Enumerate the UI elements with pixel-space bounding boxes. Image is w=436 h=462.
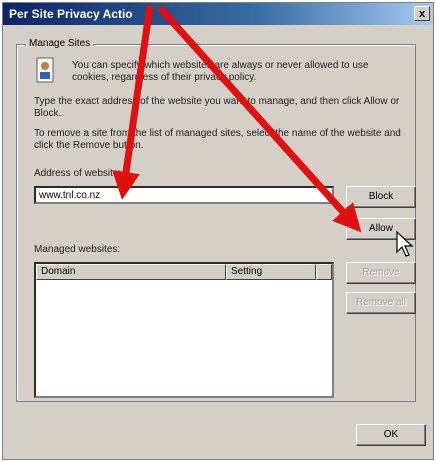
red-arrow-annotation <box>112 5 154 200</box>
red-arrow-annotation <box>157 5 362 233</box>
mouse-cursor-icon <box>396 230 414 257</box>
arrow-annotations <box>112 5 362 233</box>
